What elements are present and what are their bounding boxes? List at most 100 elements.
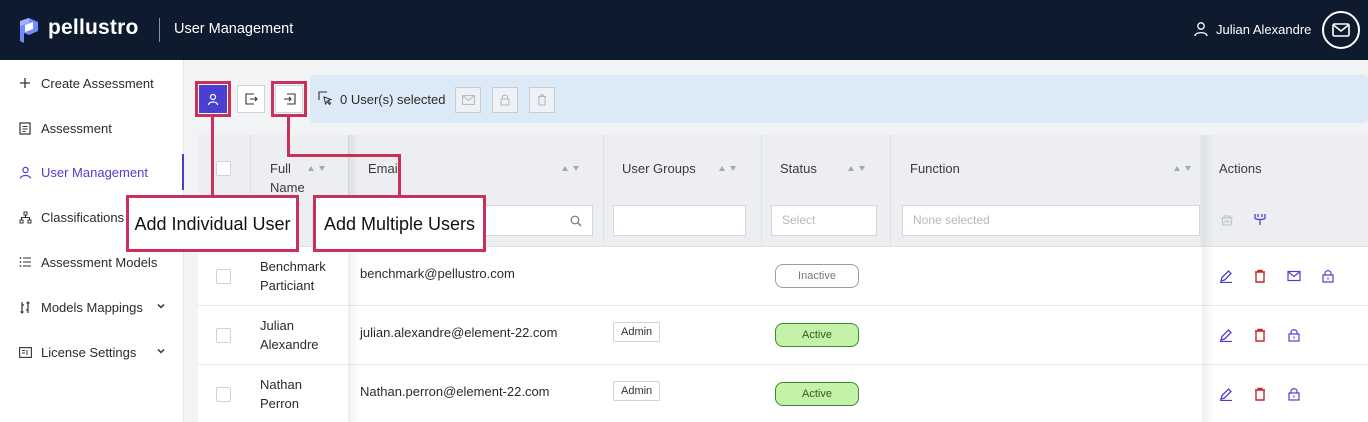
select-all-checkbox[interactable] [216, 161, 231, 176]
filter-icon[interactable] [1253, 212, 1267, 226]
table-row[interactable]: Julian Alexandre julian.alexandre@elemen… [198, 306, 1368, 365]
callout-add-multiple-users: Add Multiple Users [313, 195, 486, 252]
sidebar-item-label: Models Mappings [41, 299, 143, 315]
pellustro-logo-icon [20, 18, 38, 43]
lock-icon[interactable] [1287, 328, 1301, 342]
row-checkbox[interactable] [216, 269, 231, 284]
full-name-line2: Particiant [260, 278, 315, 293]
sidebar-item-create-assessment[interactable]: Create Assessment [0, 65, 184, 101]
email-cell: julian.alexandre@element-22.com [360, 325, 558, 340]
full-name-line2: Alexandre [260, 337, 319, 352]
sort-icon[interactable] [1172, 164, 1194, 172]
cursor-select-icon [318, 91, 332, 105]
callout-connector [211, 117, 214, 197]
full-name-line2: Perron [260, 396, 300, 411]
callout-add-individual-user: Add Individual User [126, 195, 299, 252]
email-cell: benchmark@pellustro.com [360, 266, 515, 281]
column-header-function[interactable]: Function [910, 159, 960, 178]
trash-icon[interactable] [1253, 387, 1267, 401]
trash-icon[interactable] [1253, 269, 1267, 283]
chevron-down-icon[interactable] [156, 346, 166, 356]
callout-connector [398, 154, 401, 197]
clipboard-icon [18, 121, 32, 135]
selection-bar: 0 User(s) selected [310, 75, 1368, 123]
table-row[interactable]: Benchmark Particiant benchmark@pellustro… [198, 247, 1368, 306]
mail-icon[interactable] [1287, 269, 1301, 283]
column-header-actions: Actions [1219, 161, 1262, 176]
bulk-delete-button[interactable] [529, 87, 555, 113]
chevron-down-icon[interactable] [156, 301, 166, 311]
column-header-user-groups[interactable]: User Groups [622, 159, 696, 178]
lock-icon[interactable] [1287, 387, 1301, 401]
edit-icon[interactable] [1219, 269, 1233, 283]
column-header-full-name[interactable]: Full Name [270, 159, 310, 197]
sidebar-item-label: User Management [41, 164, 148, 180]
frozen-column-shadow [1202, 135, 1214, 422]
lock-icon [500, 94, 510, 106]
column-divider [761, 135, 762, 247]
page-title: User Management [174, 21, 294, 37]
export-icon [244, 93, 258, 105]
sidebar-item-label: License Settings [41, 344, 137, 360]
bulk-lock-button[interactable] [492, 87, 518, 113]
add-individual-highlight [195, 81, 231, 117]
user-name[interactable]: Julian Alexandre [1216, 22, 1311, 37]
sort-icon[interactable] [717, 164, 739, 172]
table-row[interactable]: Nathan Perron Nathan.perron@element-22.c… [198, 365, 1368, 422]
search-icon [570, 215, 582, 227]
column-divider [890, 135, 891, 247]
bulk-email-button[interactable] [455, 87, 481, 113]
app-header: pellustro User Management Julian Alexand… [0, 0, 1368, 60]
edit-icon[interactable] [1219, 387, 1233, 401]
status-badge: Inactive [775, 264, 859, 288]
hierarchy-icon [18, 210, 32, 224]
messages-button[interactable] [1322, 11, 1360, 49]
header-divider [159, 18, 160, 42]
row-checkbox[interactable] [216, 387, 231, 402]
sort-icon[interactable] [846, 164, 868, 172]
sidebar-item-license-settings[interactable]: License Settings [0, 334, 184, 370]
license-icon [18, 345, 32, 359]
sidebar-item-label: Assessment Models [41, 254, 158, 270]
sort-icon[interactable] [560, 164, 582, 172]
status-filter-select[interactable]: Select [771, 205, 877, 236]
full-name-line1: Julian [260, 318, 294, 333]
brand-name[interactable]: pellustro [48, 16, 138, 40]
user-group-badge: Admin [613, 381, 661, 401]
clear-filter-icon[interactable] [1220, 214, 1234, 226]
lock-icon[interactable] [1321, 269, 1335, 283]
sidebar-item-label: Classifications [41, 209, 125, 225]
full-name-line1: Nathan [260, 377, 302, 392]
sidebar-item-models-mappings[interactable]: Models Mappings [0, 289, 184, 325]
user-group-badge: Admin [613, 322, 661, 342]
sidebar-item-user-management[interactable]: User Management [0, 154, 185, 190]
user-icon [1194, 22, 1208, 37]
list-icon [18, 255, 32, 269]
column-header-status[interactable]: Status [780, 159, 817, 178]
user-icon [18, 165, 32, 179]
column-header-email[interactable]: Email [368, 159, 401, 178]
function-filter-select[interactable]: None selected [902, 205, 1200, 236]
export-button[interactable] [237, 85, 265, 113]
sidebar-item-label: Assessment [41, 120, 112, 136]
plus-icon [18, 76, 32, 90]
sort-icon[interactable] [306, 164, 328, 172]
users-table: Full Name Email User Groups Status Funct… [198, 135, 1368, 422]
edit-icon[interactable] [1219, 328, 1233, 342]
column-divider [603, 135, 604, 247]
full-name-line1: Benchmark [260, 259, 326, 274]
callout-connector [287, 154, 400, 157]
row-checkbox[interactable] [216, 328, 231, 343]
mapping-icon [18, 300, 32, 314]
frozen-column-shadow [348, 135, 358, 422]
status-badge: Active [775, 382, 859, 406]
callout-connector [287, 117, 290, 157]
sidebar-item-label: Create Assessment [41, 75, 154, 91]
trash-icon[interactable] [1253, 328, 1267, 342]
status-badge: Active [775, 323, 859, 347]
mail-icon [461, 95, 475, 105]
user-groups-filter-select[interactable] [613, 205, 746, 236]
add-multiple-highlight [271, 81, 307, 117]
sidebar-item-assessment[interactable]: Assessment [0, 110, 184, 146]
column-divider [1200, 135, 1201, 247]
